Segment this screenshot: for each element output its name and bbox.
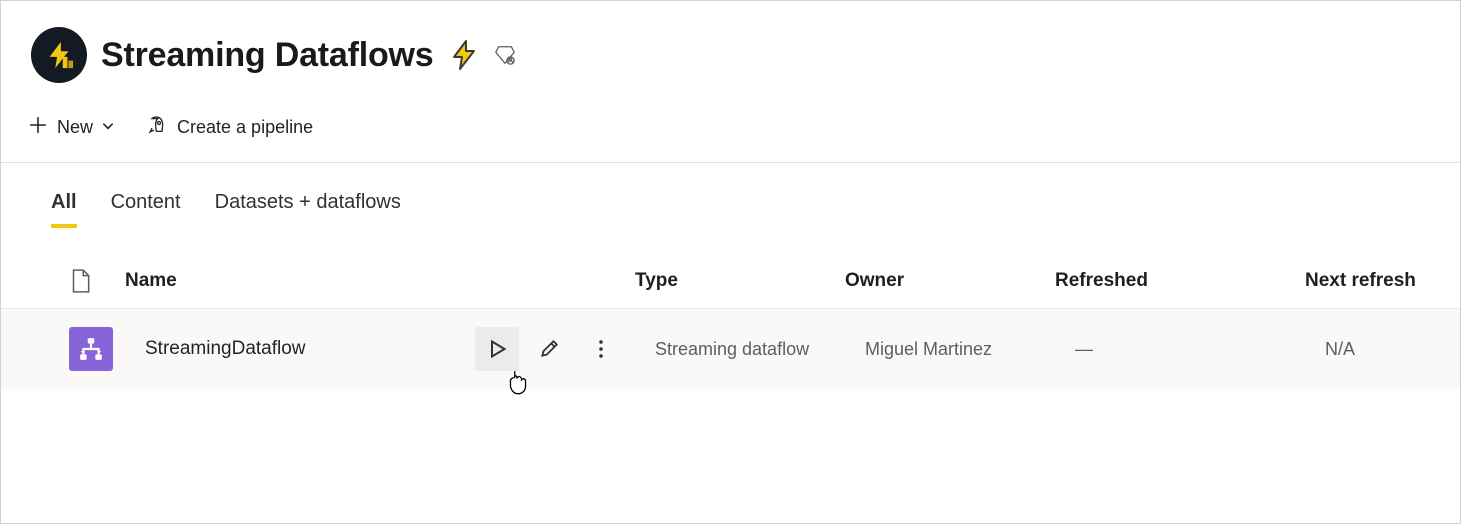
column-next-refresh-header[interactable]: Next refresh	[1305, 270, 1430, 292]
play-button[interactable]	[475, 327, 519, 371]
cursor-icon	[507, 369, 529, 402]
table-header: Name Type Owner Refreshed Next refresh	[1, 258, 1460, 309]
rocket-icon	[147, 115, 167, 140]
content-table: Name Type Owner Refreshed Next refresh S…	[1, 258, 1460, 389]
new-button[interactable]: New	[27, 112, 117, 143]
tab-content[interactable]: Content	[111, 189, 181, 228]
edit-button[interactable]	[527, 327, 571, 371]
chevron-down-icon	[101, 117, 115, 138]
new-label: New	[57, 117, 93, 138]
row-name[interactable]: StreamingDataflow	[145, 338, 475, 360]
plus-icon	[29, 116, 47, 139]
create-pipeline-button[interactable]: Create a pipeline	[145, 111, 315, 144]
premium-icon	[494, 44, 516, 66]
column-name-header[interactable]: Name	[125, 270, 635, 292]
row-actions	[475, 327, 655, 371]
workspace-header: Streaming Dataflows	[1, 1, 1460, 101]
tabs: All Content Datasets + dataflows	[1, 163, 1460, 228]
dataflow-type-icon	[69, 327, 113, 371]
column-icon-header[interactable]	[69, 268, 125, 294]
column-type-header[interactable]: Type	[635, 270, 845, 292]
more-options-button[interactable]	[579, 327, 623, 371]
tab-datasets-dataflows[interactable]: Datasets + dataflows	[215, 189, 401, 228]
row-next-refresh: N/A	[1325, 339, 1430, 360]
table-row[interactable]: StreamingDataflow Streaming dataflow Mig…	[1, 309, 1460, 389]
row-type: Streaming dataflow	[655, 339, 865, 360]
workspace-icon	[31, 27, 87, 83]
column-refreshed-header[interactable]: Refreshed	[1055, 270, 1305, 292]
create-pipeline-label: Create a pipeline	[177, 117, 313, 138]
tab-all[interactable]: All	[51, 189, 77, 228]
column-owner-header[interactable]: Owner	[845, 270, 1055, 292]
page-title: Streaming Dataflows	[101, 36, 434, 75]
row-refreshed: —	[1075, 339, 1325, 360]
toolbar: New Create a pipeline	[1, 101, 1460, 163]
row-owner: Miguel Martinez	[865, 339, 1075, 360]
bolt-icon	[448, 39, 480, 71]
